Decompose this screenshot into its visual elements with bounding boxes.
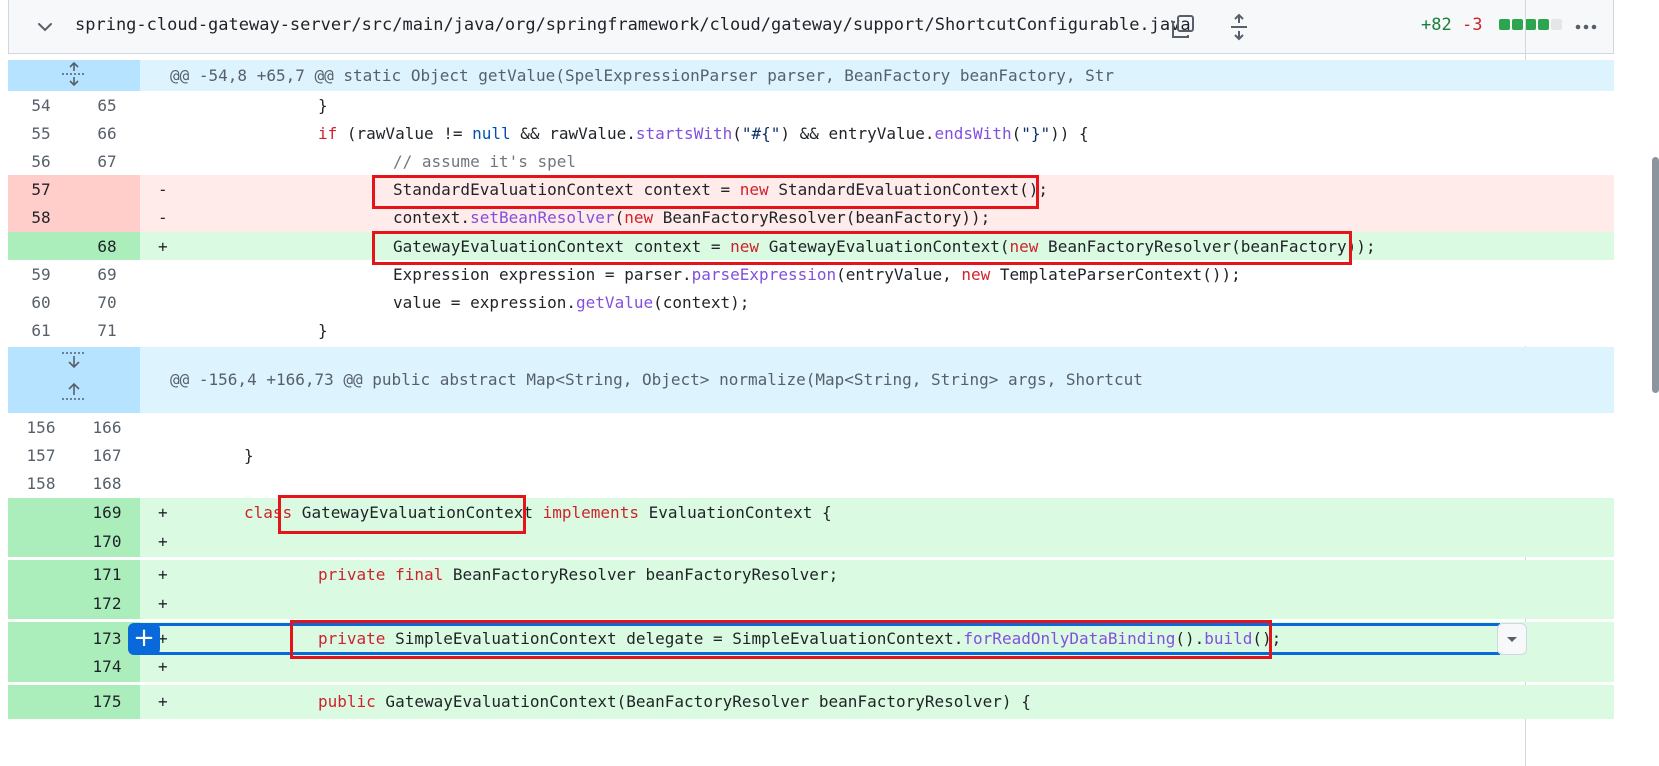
old-line-number[interactable] xyxy=(8,232,74,262)
old-line-number[interactable] xyxy=(8,498,74,528)
additions-count: +82 xyxy=(1421,15,1452,35)
code-text: } xyxy=(318,321,328,340)
new-line-number[interactable]: 167 xyxy=(74,441,140,471)
diffstat-bars xyxy=(1498,15,1564,35)
diff-marker: + xyxy=(158,237,168,256)
diff-line[interactable]: 169 + class GatewayEvaluationContext imple… xyxy=(8,498,1614,528)
add-comment-button[interactable]: + xyxy=(128,623,160,655)
file-path[interactable]: spring-cloud-gateway-server/src/main/jav… xyxy=(75,15,1191,35)
diff-line[interactable]: 156 166 xyxy=(8,413,1614,443)
code-text: if (rawValue != null && rawValue.startsW… xyxy=(318,124,1089,143)
old-line-number[interactable]: 57 xyxy=(8,175,74,205)
diff-marker: + xyxy=(158,503,168,522)
new-line-number[interactable]: 166 xyxy=(74,413,140,443)
new-line-number[interactable]: 172 xyxy=(74,589,140,619)
scrollbar-thumb[interactable] xyxy=(1652,157,1659,393)
old-line-number[interactable]: 55 xyxy=(8,119,74,149)
kebab-horizontal-icon[interactable] xyxy=(1573,14,1599,40)
old-line-number[interactable]: 157 xyxy=(8,441,74,471)
old-line-number[interactable] xyxy=(8,622,74,656)
new-line-number[interactable] xyxy=(74,175,140,205)
old-line-number[interactable]: 56 xyxy=(8,147,74,177)
hunk-header-text: @@ -156,4 +166,73 @@ public abstract Map… xyxy=(170,370,1143,389)
new-line-number[interactable]: 168 xyxy=(74,469,140,499)
expand-down-icon[interactable] xyxy=(8,347,140,413)
old-line-number[interactable] xyxy=(8,560,74,590)
code-text: } xyxy=(318,96,328,115)
diff-line[interactable]: 157 167} xyxy=(8,441,1614,471)
old-line-number[interactable]: 158 xyxy=(8,469,74,499)
diff-marker: + xyxy=(158,565,168,584)
expand-gutter[interactable] xyxy=(8,347,140,413)
triangle-down-icon xyxy=(1507,637,1517,642)
line-options-button[interactable] xyxy=(1497,623,1527,655)
old-line-number[interactable]: 59 xyxy=(8,260,74,290)
code-text: value = expression.getValue(context); xyxy=(393,293,750,312)
copy-icon[interactable] xyxy=(1169,13,1197,41)
expand-icon[interactable] xyxy=(8,60,140,91)
code-text: private final BeanFactoryResolver beanFa… xyxy=(318,565,839,584)
diff-marker: + xyxy=(158,594,168,613)
diff-line[interactable]: 56 67 // assume it's spel xyxy=(8,147,1614,177)
old-line-number[interactable] xyxy=(8,685,74,719)
old-line-number[interactable] xyxy=(8,589,74,619)
annotation-box xyxy=(372,231,1352,265)
code-text: // assume it's spel xyxy=(393,152,577,171)
new-line-number[interactable]: 169 xyxy=(74,498,140,528)
diff-line[interactable]: 61 71} xyxy=(8,316,1614,346)
old-line-number[interactable]: 58 xyxy=(8,203,74,233)
diff-line[interactable]: 170 + xyxy=(8,527,1614,557)
new-line-number[interactable]: 71 xyxy=(74,316,140,346)
diff-line[interactable]: 54 65} xyxy=(8,91,1614,121)
diff-line[interactable]: 60 70 value = expression.getValue(context)… xyxy=(8,288,1614,318)
chevron-down-icon[interactable] xyxy=(35,17,55,37)
diff-line[interactable]: 175 + public GatewayEvaluationContext(Bean… xyxy=(8,685,1614,719)
new-line-number[interactable]: 68 xyxy=(74,232,140,262)
diff-marker: + xyxy=(158,532,168,551)
deletions-count: -3 xyxy=(1461,15,1483,35)
new-line-number[interactable]: 174 xyxy=(74,652,140,682)
diff-marker: + xyxy=(158,692,168,711)
old-line-number[interactable]: 61 xyxy=(8,316,74,346)
new-line-number[interactable]: 69 xyxy=(74,260,140,290)
new-line-number[interactable]: 67 xyxy=(74,147,140,177)
diff-line[interactable]: 55 66 if (rawValue != null && rawValue.sta… xyxy=(8,119,1614,149)
annotation-box xyxy=(278,495,526,534)
old-line-number[interactable]: 54 xyxy=(8,91,74,121)
old-line-number[interactable]: 156 xyxy=(8,413,74,443)
file-header: spring-cloud-gateway-server/src/main/jav… xyxy=(8,0,1614,54)
new-line-number[interactable]: 171 xyxy=(74,560,140,590)
code-text: public GatewayEvaluationContext(BeanFact… xyxy=(318,692,1031,711)
diff-stats: +82 -3 xyxy=(1421,15,1564,35)
new-line-number[interactable] xyxy=(74,203,140,233)
hunk-header: @@ -156,4 +166,73 @@ public abstract Map… xyxy=(8,347,1614,413)
old-line-number[interactable]: 60 xyxy=(8,288,74,318)
expand-gutter[interactable] xyxy=(8,60,140,91)
expand-all-icon[interactable] xyxy=(1227,13,1251,41)
code-text: } xyxy=(244,446,254,465)
new-line-number[interactable]: 175 xyxy=(74,685,140,719)
diff-marker: - xyxy=(158,180,168,199)
new-line-number[interactable]: 65 xyxy=(74,91,140,121)
new-line-number[interactable]: 170 xyxy=(74,527,140,557)
diff-line[interactable]: 172 + xyxy=(8,589,1614,619)
hunk-header-text: @@ -54,8 +65,7 @@ static Object getValue… xyxy=(170,66,1115,85)
old-line-number[interactable] xyxy=(8,527,74,557)
diff-marker: - xyxy=(158,208,168,227)
diff-line[interactable]: 158 168 xyxy=(8,469,1614,499)
new-line-number[interactable]: 66 xyxy=(74,119,140,149)
new-line-number[interactable]: 70 xyxy=(74,288,140,318)
diff-line[interactable]: 171 + private final BeanFactoryResolver be… xyxy=(8,560,1614,590)
annotation-box xyxy=(290,620,1272,659)
annotation-box xyxy=(372,175,1039,209)
hunk-header: @@ -54,8 +65,7 @@ static Object getValue… xyxy=(8,60,1614,91)
old-line-number[interactable] xyxy=(8,652,74,682)
diff-marker: + xyxy=(158,657,168,676)
